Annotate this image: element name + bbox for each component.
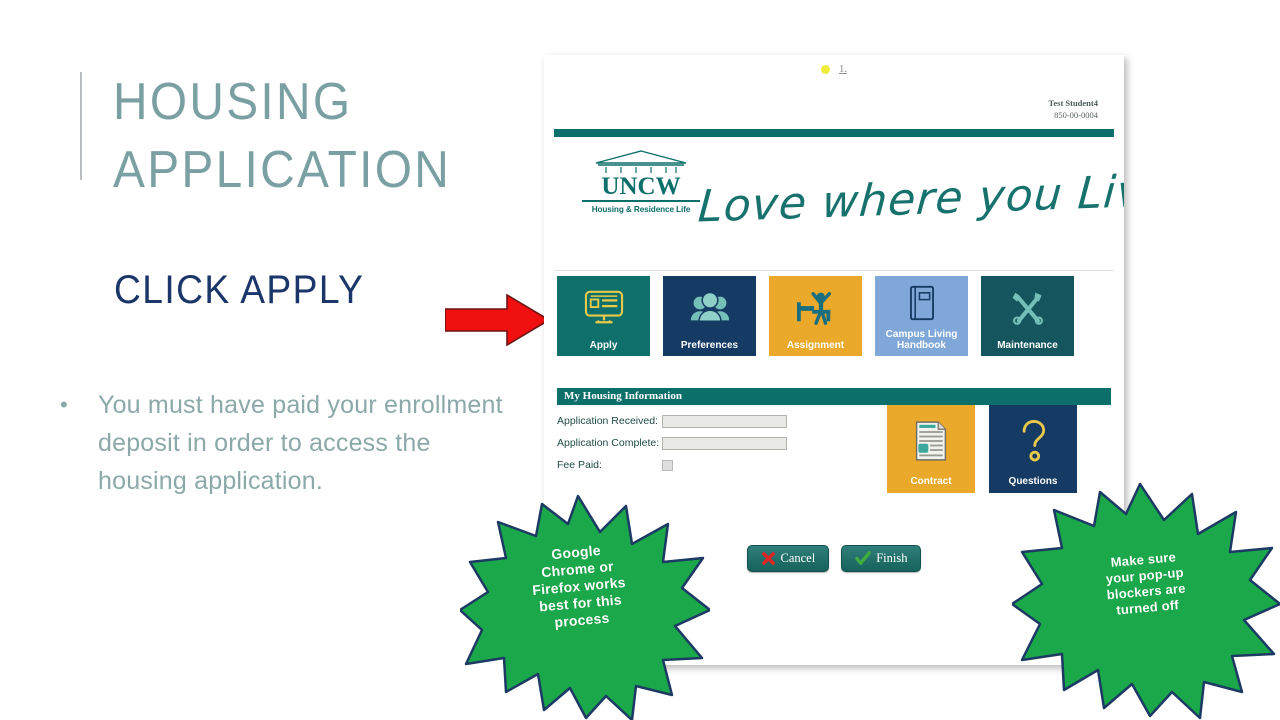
tile-assignment[interactable]: Assignment: [769, 276, 862, 356]
tile-label: Assignment: [786, 340, 845, 351]
tile-apply[interactable]: Apply: [557, 276, 650, 356]
field-label: Fee Paid:: [557, 459, 602, 471]
page-loading-indicator: 1.: [544, 63, 1124, 75]
tile-maintenance[interactable]: Maintenance: [981, 276, 1074, 356]
book-icon: [875, 276, 968, 329]
people-group-icon: [663, 276, 756, 340]
finish-button[interactable]: Finish: [841, 545, 922, 572]
tile-preferences[interactable]: Preferences: [663, 276, 756, 356]
tile-contract[interactable]: Contract: [887, 405, 975, 493]
cancel-button[interactable]: Cancel: [746, 545, 830, 572]
person-bed-icon: [769, 276, 862, 340]
button-label: Finish: [876, 551, 908, 565]
callout-text: Google Chrome or Firefox works best for …: [531, 542, 627, 631]
loading-dot-icon: [820, 64, 830, 74]
uncw-logo: UNCW Housing & Residence Life: [576, 150, 706, 214]
callout-popup-blockers: Make sure your pop-up blockers are turne…: [1010, 478, 1280, 720]
form-row-application-received: Application Received:: [557, 410, 867, 432]
tile-label: Preferences: [680, 340, 739, 351]
tile-label: Campus Living Handbook: [885, 329, 958, 351]
tile-label: Contract: [910, 476, 952, 487]
student-id: 850-00-0004: [1054, 110, 1098, 120]
monitor-form-icon: [557, 276, 650, 340]
red-arrow-pointer: [445, 293, 550, 347]
page-title: HOUSING APPLICATION: [113, 73, 452, 199]
uncw-wordmark: UNCW: [601, 173, 681, 200]
slide-subtitle: CLICK APPLY: [114, 268, 365, 312]
tools-icon: [981, 276, 1074, 340]
columns-building-icon: [595, 150, 687, 173]
housing-info-header: My Housing Information: [557, 388, 1111, 405]
application-received-input[interactable]: [662, 414, 787, 428]
application-complete-input[interactable]: [662, 436, 787, 450]
form-row-application-complete: Application Complete:: [557, 432, 867, 454]
housing-info-form: Application Received: Application Comple…: [557, 410, 867, 476]
callout-text: Make sure your pop-up blockers are turne…: [1105, 549, 1187, 618]
brand-divider-bar: [554, 129, 1114, 137]
field-label: Application Received:: [557, 415, 658, 427]
tile-label: Apply: [589, 340, 618, 351]
title-accent-rule: [80, 72, 82, 180]
bullet-text: You must have paid your enrollment depos…: [98, 391, 503, 495]
slide: HOUSING APPLICATION CLICK APPLY • You mu…: [0, 0, 1280, 720]
form-row-fee-paid: Fee Paid:: [557, 454, 867, 476]
bullet-list-item: • You must have paid your enrollment dep…: [60, 386, 510, 500]
fee-paid-checkbox[interactable]: [662, 459, 673, 471]
student-name: Test Student4: [1048, 98, 1098, 108]
callout-browser-recommendation: Google Chrome or Firefox works best for …: [458, 492, 712, 720]
x-mark-icon: [761, 552, 775, 565]
loading-step-label: 1.: [838, 63, 848, 75]
check-mark-icon: [855, 551, 871, 565]
button-label: Cancel: [780, 551, 816, 565]
uncw-department-label: Housing & Residence Life: [591, 204, 691, 214]
student-info: Test Student4 850-00-0004: [1048, 97, 1098, 121]
question-mark-icon: [1017, 405, 1049, 476]
nav-tiles: Apply Preferences Assignment Campus Livi…: [557, 276, 1111, 356]
tile-label: Maintenance: [997, 340, 1058, 351]
document-icon: [913, 405, 949, 476]
field-label: Application Complete:: [557, 437, 660, 449]
logo-rule: [582, 200, 700, 202]
bullet-marker: •: [60, 392, 68, 417]
tile-campus-living-handbook[interactable]: Campus Living Handbook: [875, 276, 968, 356]
